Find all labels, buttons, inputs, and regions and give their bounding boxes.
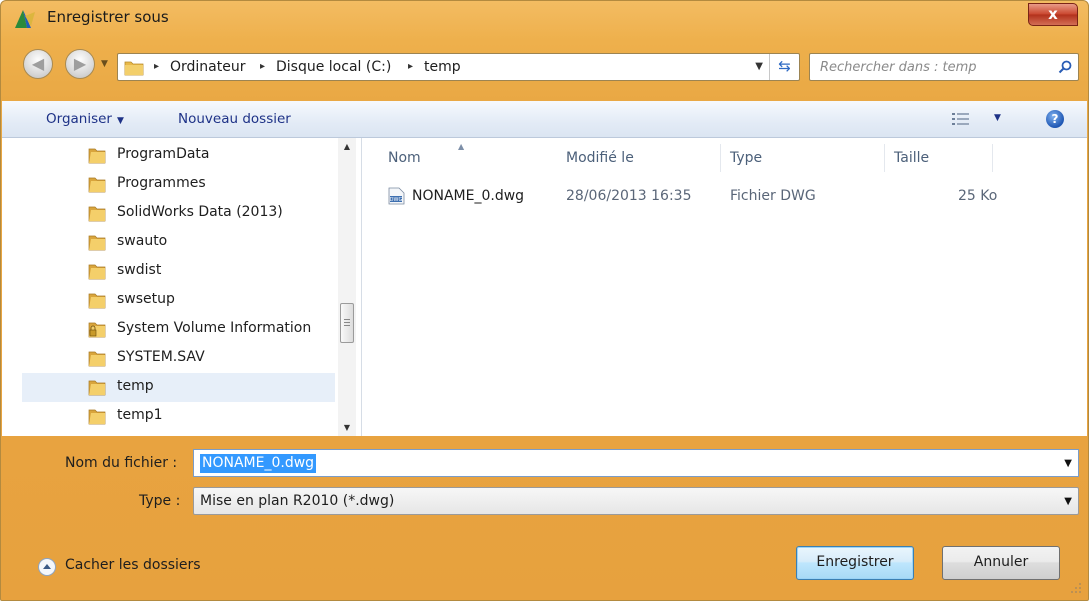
svg-text:DWG: DWG (390, 197, 403, 203)
organize-label: Organiser (46, 111, 112, 127)
folder-icon (88, 293, 106, 309)
column-divider[interactable] (992, 144, 993, 172)
file-size: 25 Ko (958, 188, 998, 204)
tree-item[interactable]: SYSTEM.SAV (22, 344, 335, 373)
address-bar[interactable]: ▸ Ordinateur ▸ Disque local (C:) ▸ temp … (117, 53, 800, 81)
type-label: Type : (139, 493, 181, 509)
tree-item[interactable]: swdist (22, 257, 335, 286)
dwg-file-icon: DWG (388, 187, 405, 205)
file-name: NONAME_0.dwg (412, 188, 525, 204)
locked-folder-icon (88, 322, 106, 338)
resize-grip-icon[interactable] (1070, 582, 1082, 594)
breadcrumb-computer[interactable]: Ordinateur (170, 59, 246, 75)
tree-item-label: swdist (117, 262, 162, 278)
title-bar: Enregistrer sous x (1, 1, 1088, 37)
save-button[interactable]: Enregistrer (796, 546, 914, 580)
tree-item[interactable]: Programmes (22, 170, 335, 199)
folder-icon (88, 235, 106, 251)
breadcrumb-separator[interactable]: ▸ (408, 61, 413, 72)
tree-item-label: SolidWorks Data (2013) (117, 204, 283, 220)
tree-item[interactable]: swauto (22, 228, 335, 257)
breadcrumb-temp[interactable]: temp (424, 59, 461, 75)
sort-ascending-icon: ▲ (458, 142, 465, 151)
folder-tree: ProgramData Programmes SolidWorks Data (20… (2, 138, 362, 436)
cancel-button[interactable]: Annuler (942, 546, 1060, 580)
breadcrumb-local-disk[interactable]: Disque local (C:) (276, 59, 391, 75)
folder-icon (124, 61, 144, 76)
forward-button[interactable]: ▶ (65, 49, 95, 79)
folder-icon (88, 380, 106, 396)
column-divider[interactable] (720, 144, 721, 172)
folder-icon (88, 177, 106, 193)
chevron-down-icon: ▼ (116, 116, 124, 126)
views-icon[interactable] (952, 112, 970, 126)
tree-item[interactable]: System Volume Information (22, 315, 335, 344)
search-placeholder: Rechercher dans : temp (820, 60, 977, 75)
tree-item[interactable]: ProgramData (22, 141, 335, 170)
recent-locations-dropdown[interactable]: ▼ (101, 59, 108, 69)
file-type-value: Mise en plan R2010 (*.dwg) (200, 493, 395, 509)
tree-item-label: System Volume Information (117, 320, 312, 336)
tree-item[interactable]: swsetup (22, 286, 335, 315)
column-header-size[interactable]: Taille (894, 150, 929, 166)
tree-item-label: ProgramData (117, 146, 210, 162)
chevron-down-icon[interactable]: ▼ (755, 61, 763, 72)
tree-item[interactable]: SolidWorks Data (2013) (22, 199, 335, 228)
tree-item[interactable]: temp (22, 373, 335, 402)
filename-field[interactable]: NONAME_0.dwg ▼ (193, 449, 1079, 477)
new-folder-button[interactable]: Nouveau dossier (178, 111, 291, 127)
search-icon[interactable] (1058, 60, 1072, 74)
command-bar: Organiser ▼ Nouveau dossier ▼ ? (2, 101, 1087, 138)
navigation-row: ◀ ▶ ▼ ▸ Ordinateur ▸ Disque local (C:) ▸… (1, 49, 1088, 85)
help-icon[interactable]: ? (1046, 110, 1064, 128)
folder-icon (88, 409, 106, 425)
close-button[interactable]: x (1028, 3, 1078, 26)
tree-item-label: swauto (117, 233, 168, 249)
breadcrumb-separator[interactable]: ▸ (260, 61, 265, 72)
search-input[interactable]: Rechercher dans : temp (809, 53, 1079, 81)
collapse-icon[interactable] (37, 557, 57, 577)
save-as-dialog: Enregistrer sous x ◀ ▶ ▼ ▸ Ordinateur ▸ … (0, 0, 1089, 601)
column-header-name[interactable]: Nom (388, 150, 421, 166)
filename-label: Nom du fichier : (65, 455, 178, 471)
folder-icon (88, 264, 106, 280)
window-title: Enregistrer sous (47, 8, 169, 26)
file-list: Nom ▲ Modifié le Type Taille DWG NONAME_… (364, 138, 1087, 436)
chevron-down-icon[interactable]: ▼ (1064, 458, 1072, 469)
content-panes: ProgramData Programmes SolidWorks Data (20… (2, 138, 1087, 436)
scroll-up-arrow[interactable]: ▲ (338, 142, 356, 151)
scroll-thumb[interactable] (340, 303, 354, 343)
column-divider[interactable] (884, 144, 885, 172)
tree-item-label: temp (117, 378, 154, 394)
tree-scrollbar[interactable]: ▲ ▼ (338, 138, 356, 436)
tree-item[interactable]: temp1 (22, 402, 335, 431)
filename-value[interactable]: NONAME_0.dwg (200, 454, 317, 473)
tree-item-label: Programmes (117, 175, 206, 191)
organize-menu[interactable]: Organiser ▼ (46, 111, 124, 127)
folder-icon (88, 351, 106, 367)
folder-icon (88, 206, 106, 222)
chevron-down-icon[interactable]: ▼ (1064, 496, 1072, 507)
tree-item-label: temp1 (117, 407, 163, 423)
column-header-type[interactable]: Type (730, 150, 762, 166)
file-row[interactable]: DWG NONAME_0.dwg 28/06/2013 16:35 Fichie… (388, 182, 997, 210)
hide-folders-button[interactable]: Cacher les dossiers (65, 557, 201, 573)
tree-item-label: SYSTEM.SAV (117, 349, 205, 365)
breadcrumb-separator[interactable]: ▸ (154, 61, 159, 72)
scroll-down-arrow[interactable]: ▼ (338, 423, 356, 432)
file-modified: 28/06/2013 16:35 (566, 188, 692, 204)
file-type-select[interactable]: Mise en plan R2010 (*.dwg) ▼ (193, 487, 1079, 515)
tree-item-label: swsetup (117, 291, 175, 307)
folder-icon (88, 148, 106, 164)
chevron-down-icon[interactable]: ▼ (994, 113, 1001, 123)
autocad-app-icon (15, 10, 35, 28)
file-type: Fichier DWG (730, 188, 816, 204)
refresh-icon[interactable]: ⇆ (769, 54, 799, 80)
column-header-modified[interactable]: Modifié le (566, 150, 634, 166)
back-button[interactable]: ◀ (23, 49, 53, 79)
